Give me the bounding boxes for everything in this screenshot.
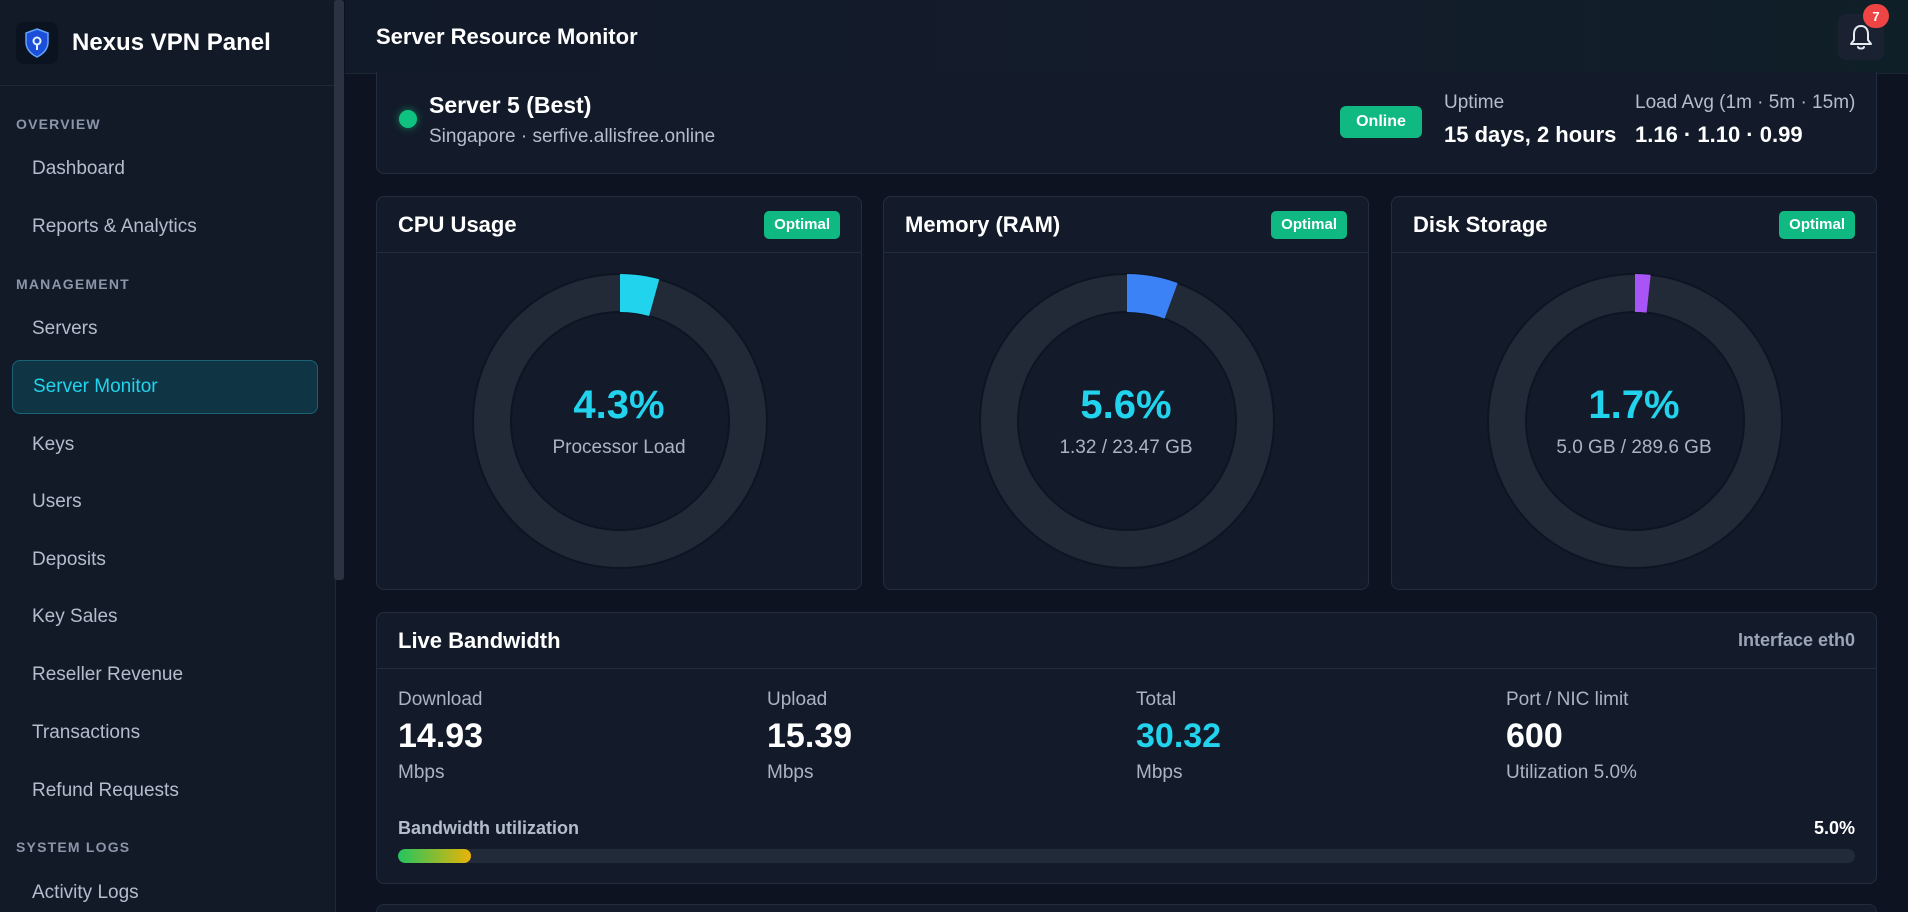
gauge-value: 4.3% bbox=[573, 383, 665, 427]
utilization-bar-fill bbox=[398, 849, 471, 863]
upload-metric: Upload 15.39 Mbps bbox=[767, 689, 852, 784]
sidebar-item-dashboard[interactable]: Dashboard bbox=[12, 142, 318, 196]
sidebar-item-users[interactable]: Users bbox=[12, 475, 318, 529]
shield-icon bbox=[16, 21, 58, 64]
page-title: Server Resource Monitor bbox=[376, 23, 638, 49]
sidebar-item-transactions[interactable]: Transactions bbox=[12, 706, 318, 760]
sidebar-item-deposits[interactable]: Deposits bbox=[12, 533, 318, 587]
load-avg-value: 1.16 · 1.10 · 0.99 bbox=[1635, 122, 1803, 147]
sidebar-scrollbar[interactable] bbox=[334, 0, 344, 580]
gauge-value: 5.6% bbox=[1080, 383, 1172, 427]
metric-label: Total bbox=[1136, 689, 1177, 710]
server-location: Singapore · serfive.allisfree.online bbox=[429, 126, 716, 147]
status-badge: Optimal bbox=[1271, 210, 1347, 239]
sidebar-item-key-sales[interactable]: Key Sales bbox=[12, 590, 318, 644]
sidebar-item-server-monitor[interactable]: Server Monitor bbox=[12, 360, 318, 414]
total-metric: Total 30.32 Mbps bbox=[1136, 689, 1221, 784]
brand[interactable]: Nexus VPN Panel bbox=[0, 0, 335, 86]
status-badge: Optimal bbox=[764, 210, 840, 239]
status-badge: Optimal bbox=[1779, 210, 1855, 239]
section-label-overview: OVERVIEW bbox=[16, 116, 101, 132]
status-dot bbox=[399, 110, 417, 128]
bandwidth-title: Live Bandwidth bbox=[398, 627, 561, 653]
brand-title: Nexus VPN Panel bbox=[72, 28, 271, 56]
sidebar-item-servers[interactable]: Servers bbox=[12, 302, 318, 356]
disk-gauge-card: Disk Storage Optimal 1.7% 5.0 GB / 289.6… bbox=[1391, 196, 1877, 590]
gauge-subtitle: Processor Load bbox=[552, 437, 686, 458]
notification-count-badge: 7 bbox=[1863, 4, 1889, 28]
sidebar-item-refund-requests[interactable]: Refund Requests bbox=[12, 764, 318, 818]
metric-label: Upload bbox=[767, 689, 828, 710]
gauge-subtitle: 1.32 / 23.47 GB bbox=[1059, 437, 1193, 458]
utilization-bar bbox=[398, 849, 1855, 863]
metric-value: 30.32 bbox=[1136, 717, 1222, 755]
uptime-value: 15 days, 2 hours bbox=[1444, 122, 1617, 147]
interface-label: Interface eth0 bbox=[1737, 630, 1855, 650]
sidebar-item-reseller-revenue[interactable]: Reseller Revenue bbox=[12, 648, 318, 702]
metric-value: 600 bbox=[1506, 717, 1563, 755]
status-badge: Online bbox=[1340, 106, 1422, 138]
metric-unit: Utilization 5.0% bbox=[1506, 762, 1637, 783]
metric-value: 15.39 bbox=[767, 717, 853, 755]
metric-unit: Mbps bbox=[398, 762, 445, 783]
sidebar: Nexus VPN Panel OVERVIEW Dashboard Repor… bbox=[0, 0, 336, 912]
metric-label: Download bbox=[398, 689, 483, 710]
server-name: Server 5 (Best) bbox=[429, 92, 592, 118]
download-metric: Download 14.93 Mbps bbox=[398, 689, 483, 784]
topbar: Server Resource Monitor 7 bbox=[345, 0, 1908, 74]
metric-label: Port / NIC limit bbox=[1506, 689, 1629, 710]
metric-value: 14.93 bbox=[398, 717, 484, 755]
nic-limit-metric: Port / NIC limit 600 Utilization 5.0% bbox=[1506, 689, 1637, 784]
next-panel-edge bbox=[376, 904, 1877, 912]
memory-gauge-card: Memory (RAM) Optimal 5.6% 1.32 / 23.47 G… bbox=[883, 196, 1369, 590]
metric-unit: Mbps bbox=[767, 762, 814, 783]
section-label-system-logs: SYSTEM LOGS bbox=[16, 839, 131, 855]
utilization-label: Bandwidth utilization bbox=[398, 818, 579, 838]
utilization-value: 5.0% bbox=[1813, 818, 1855, 838]
gauge-value: 1.7% bbox=[1588, 383, 1680, 427]
gauge-title: CPU Usage bbox=[398, 211, 517, 237]
sidebar-item-keys[interactable]: Keys bbox=[12, 418, 318, 472]
sidebar-item-activity-logs[interactable]: Activity Logs bbox=[12, 866, 318, 912]
gauge-title: Memory (RAM) bbox=[905, 211, 1061, 237]
uptime-label: Uptime bbox=[1444, 92, 1505, 113]
load-avg-label: Load Avg (1m · 5m · 15m) bbox=[1635, 92, 1856, 113]
server-card: Server 5 (Best) Singapore · serfive.alli… bbox=[376, 72, 1877, 174]
sidebar-item-reports[interactable]: Reports & Analytics bbox=[12, 200, 318, 254]
gauge-subtitle: 5.0 GB / 289.6 GB bbox=[1556, 437, 1712, 458]
metric-unit: Mbps bbox=[1136, 762, 1183, 783]
section-label-management: MANAGEMENT bbox=[16, 276, 130, 292]
cpu-gauge-card: CPU Usage Optimal 4.3% Processor Load bbox=[376, 196, 862, 590]
bandwidth-card: Live Bandwidth Interface eth0 Download 1… bbox=[376, 612, 1877, 884]
gauge-title: Disk Storage bbox=[1413, 211, 1548, 237]
